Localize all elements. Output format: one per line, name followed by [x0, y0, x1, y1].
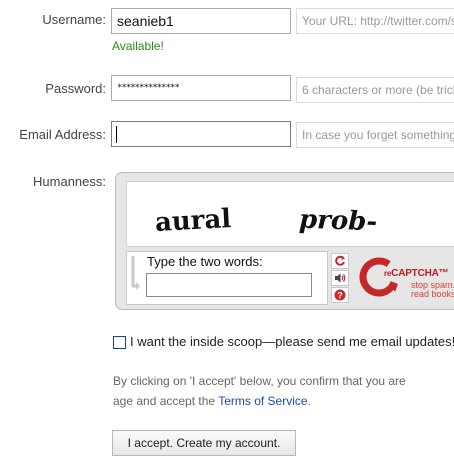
newsletter-checkbox[interactable] [113, 336, 126, 349]
password-label: Password: [45, 81, 106, 96]
captcha-prompt: Type the two words: [147, 254, 263, 269]
username-availability-status: Available! [112, 39, 164, 53]
terms-line-2: age and accept the Terms of Service. [113, 394, 311, 408]
svg-text:?: ? [337, 290, 343, 300]
create-account-button[interactable]: I accept. Create my account. [112, 430, 296, 456]
captcha-response-input[interactable] [146, 273, 312, 297]
recaptcha-logo: reCAPTCHA™ stop spam. read books. [359, 257, 454, 301]
username-label: Username: [42, 12, 106, 27]
captcha-refresh-button[interactable] [331, 253, 349, 269]
humanness-label: Humanness: [33, 174, 106, 189]
email-hint: In case you forget something [296, 122, 454, 148]
password-hint: 6 characters or more (be tricky!) [296, 77, 454, 103]
terms-of-service-link[interactable]: Terms of Service [218, 394, 307, 408]
audio-icon [335, 273, 346, 283]
captcha-word-2: prob- [298, 204, 378, 238]
captcha-entry-area: Type the two words: [126, 251, 328, 305]
username-hint: Your URL: http://twitter.com/seanieb1 [296, 8, 454, 34]
text-cursor [116, 126, 117, 143]
terms-notice: By clicking on 'I accept' below, you con… [113, 371, 454, 411]
captcha-help-button[interactable]: ? [331, 287, 349, 303]
refresh-icon [335, 255, 345, 266]
recaptcha-brand: reCAPTCHA™ [384, 268, 449, 279]
captcha-audio-button[interactable] [331, 270, 349, 286]
help-icon: ? [334, 289, 346, 301]
captcha-word-1: aural [154, 204, 232, 238]
email-input[interactable] [111, 121, 291, 147]
arrow-icon [131, 256, 140, 290]
captcha-image: aural prob- [126, 181, 454, 247]
newsletter-checkbox-label[interactable]: I want the inside scoop—please send me e… [130, 334, 454, 349]
terms-line-1: By clicking on 'I accept' below, you con… [113, 374, 406, 388]
recaptcha-widget: aural prob- Type the two words: ? reCAPT… [115, 172, 454, 310]
recaptcha-tagline: stop spam. read books. [411, 280, 454, 299]
email-label: Email Address: [19, 127, 106, 142]
username-input[interactable] [111, 8, 291, 34]
password-input[interactable] [111, 75, 291, 101]
